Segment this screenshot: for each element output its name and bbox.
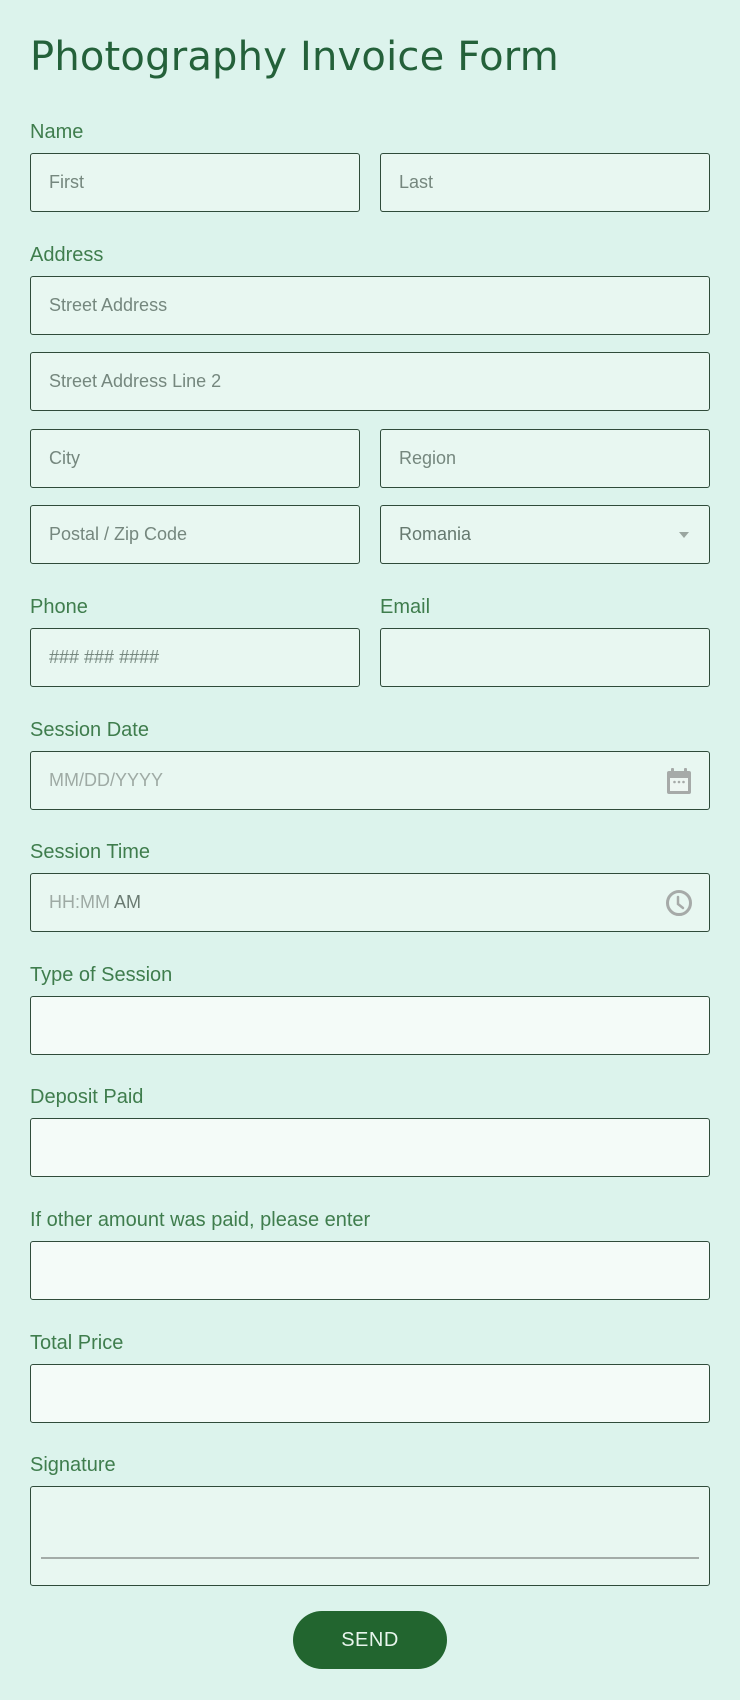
- form-title: Photography Invoice Form: [30, 34, 559, 80]
- postal-code-field[interactable]: [30, 505, 360, 564]
- signature-baseline: [41, 1557, 699, 1559]
- country-selected-value: Romania: [399, 524, 472, 544]
- total-price-label: Total Price: [30, 1332, 124, 1354]
- invoice-form: Photography Invoice Form Name Address Ro…: [0, 0, 740, 1700]
- street-address-line2-input[interactable]: [49, 371, 691, 392]
- clock-icon[interactable]: [665, 889, 693, 917]
- street-address-field[interactable]: [30, 276, 710, 335]
- phone-field[interactable]: [30, 628, 360, 687]
- email-field[interactable]: [380, 628, 710, 687]
- phone-input[interactable]: [49, 647, 341, 668]
- city-input[interactable]: [49, 448, 341, 469]
- other-amount-label: If other amount was paid, please enter: [30, 1209, 371, 1231]
- type-of-session-label: Type of Session: [30, 964, 173, 986]
- ampm-selector[interactable]: AM: [114, 892, 141, 913]
- name-label: Name: [30, 121, 84, 143]
- session-time-label: Session Time: [30, 841, 151, 863]
- session-date-label: Session Date: [30, 719, 149, 741]
- deposit-paid-label: Deposit Paid: [30, 1086, 144, 1108]
- chevron-down-icon: [679, 531, 689, 538]
- postal-code-input[interactable]: [49, 524, 341, 545]
- country-select[interactable]: Romania: [380, 505, 710, 564]
- region-field[interactable]: [380, 429, 710, 488]
- total-price-field[interactable]: [30, 1364, 710, 1423]
- type-of-session-input[interactable]: [49, 1015, 691, 1036]
- type-of-session-field[interactable]: [30, 996, 710, 1055]
- other-amount-field[interactable]: [30, 1241, 710, 1300]
- session-time-field[interactable]: HH:MM AM: [30, 873, 710, 932]
- address-label: Address: [30, 244, 104, 266]
- deposit-paid-field[interactable]: [30, 1118, 710, 1177]
- session-time-placeholder: HH:MM: [49, 892, 110, 912]
- last-name-field[interactable]: [380, 153, 710, 212]
- other-amount-input[interactable]: [49, 1260, 691, 1281]
- phone-label: Phone: [30, 596, 88, 618]
- email-label: Email: [380, 596, 431, 618]
- first-name-input[interactable]: [49, 172, 341, 193]
- send-button[interactable]: SEND: [293, 1611, 447, 1669]
- total-price-input[interactable]: [49, 1383, 691, 1404]
- region-input[interactable]: [399, 448, 691, 469]
- session-date-field[interactable]: MM/DD/YYYY: [30, 751, 710, 810]
- last-name-input[interactable]: [399, 172, 691, 193]
- first-name-field[interactable]: [30, 153, 360, 212]
- session-date-placeholder: MM/DD/YYYY: [49, 770, 164, 790]
- street-address-input[interactable]: [49, 295, 691, 316]
- street-address-line2-field[interactable]: [30, 352, 710, 411]
- deposit-paid-input[interactable]: [49, 1137, 691, 1158]
- signature-label: Signature: [30, 1454, 116, 1476]
- email-input[interactable]: [399, 647, 691, 668]
- calendar-icon[interactable]: [665, 767, 693, 795]
- city-field[interactable]: [30, 429, 360, 488]
- signature-pad[interactable]: [30, 1486, 710, 1586]
